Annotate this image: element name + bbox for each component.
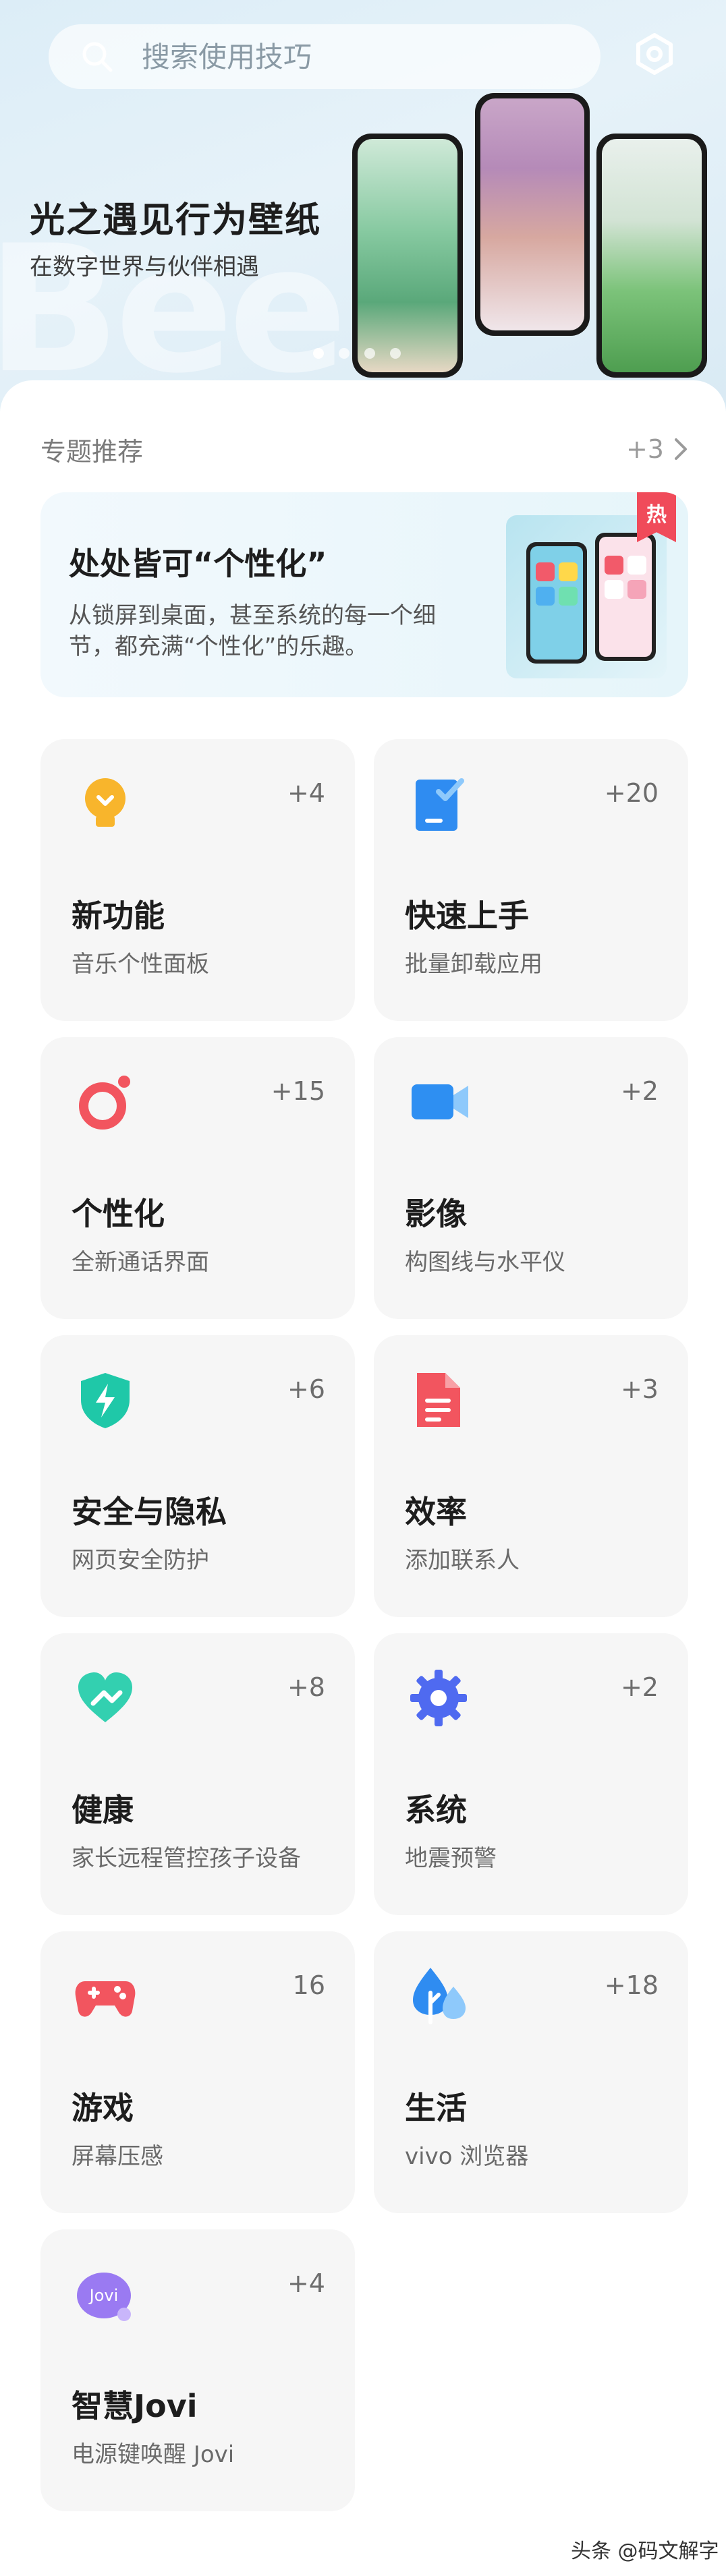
category-card-personalization[interactable]: +15 个性化 全新通话界面 [40, 1037, 355, 1319]
category-subtitle: 地震预警 [405, 1845, 497, 1872]
banner-subtitle: 在数字世界与伙伴相遇 [30, 254, 259, 281]
category-subtitle: 家长远程管控孩子设备 [72, 1845, 301, 1872]
carousel-dot[interactable] [364, 348, 375, 359]
search-icon [82, 42, 113, 72]
document-check-icon [416, 778, 464, 831]
category-card-efficiency[interactable]: +3 效率 添加联系人 [374, 1335, 688, 1617]
category-card-games[interactable]: 16 游戏 屏幕压感 [40, 1931, 355, 2213]
footer-watermark: 头条 @码文解字 [571, 2540, 719, 2563]
phone-preview-center [475, 93, 590, 336]
carousel-dot[interactable] [313, 348, 324, 359]
lightbulb-icon [85, 778, 125, 827]
gear-icon [410, 1670, 467, 1726]
svg-text:Jovi: Jovi [88, 2286, 119, 2305]
category-count: +2 [620, 1672, 659, 1702]
video-camera-icon [412, 1084, 468, 1119]
category-count: +2 [620, 1076, 659, 1106]
category-title: 健康 [72, 1792, 134, 1828]
category-count: 16 [292, 1970, 325, 2000]
carousel-dot[interactable] [339, 348, 350, 359]
category-title: 游戏 [72, 2090, 134, 2126]
search-bar[interactable] [49, 24, 601, 89]
category-count: +6 [287, 1374, 325, 1404]
topics-more-count: +3 [625, 434, 664, 464]
category-count: +15 [271, 1076, 325, 1106]
category-card-imaging[interactable]: +2 影像 构图线与水平仪 [374, 1037, 688, 1319]
category-subtitle: 屏幕压感 [72, 2143, 163, 2170]
category-subtitle: 电源键唤醒 Jovi [72, 2441, 235, 2468]
category-subtitle: 全新通话界面 [72, 1249, 209, 1276]
feature-title: 处处皆可“个性化” [69, 546, 327, 582]
settings-button[interactable] [627, 27, 681, 81]
heart-icon [78, 1672, 132, 1722]
category-card-system[interactable]: +2 系统 地震预警 [374, 1633, 688, 1915]
file-icon [417, 1373, 460, 1427]
gear-icon [636, 33, 673, 75]
category-card-jovi[interactable]: Jovi +4 智慧Jovi 电源键唤醒 Jovi [40, 2229, 355, 2511]
category-count: +3 [620, 1374, 659, 1404]
topic-feature-card[interactable]: 处处皆可“个性化” 从锁屏到桌面，甚至系统的每一个细节，都充满“个性化”的乐趣。… [40, 492, 688, 697]
category-title: 智慧Jovi [72, 2388, 198, 2424]
category-card-life[interactable]: +18 生活 vivo 浏览器 [374, 1931, 688, 2213]
category-count: +8 [287, 1672, 325, 1702]
category-subtitle: 网页安全防护 [72, 1547, 209, 1574]
chevron-right-icon [675, 438, 687, 460]
search-input[interactable] [142, 40, 587, 74]
category-title: 安全与隐私 [72, 1494, 227, 1530]
category-card-quick-start[interactable]: +20 快速上手 批量卸载应用 [374, 739, 688, 1021]
category-count: +4 [287, 778, 325, 808]
feature-description: 从锁屏到桌面，甚至系统的每一个细节，都充满“个性化”的乐趣。 [69, 602, 436, 660]
category-subtitle: 添加联系人 [405, 1547, 520, 1574]
phone-preview-left [352, 134, 463, 378]
shield-bolt-icon [81, 1373, 130, 1428]
category-subtitle: 构图线与水平仪 [405, 1249, 565, 1276]
carousel-dot[interactable] [390, 348, 401, 359]
feature-image [506, 515, 667, 678]
category-title: 新功能 [72, 898, 165, 934]
category-title: 快速上手 [405, 898, 529, 934]
tree-icon [413, 1968, 466, 2024]
category-title: 个性化 [72, 1196, 165, 1232]
category-count: +18 [604, 1970, 659, 2000]
category-count: +20 [604, 778, 659, 808]
phone-preview-right [596, 134, 707, 378]
topics-more-button[interactable]: +3 [626, 434, 688, 464]
category-title: 系统 [405, 1792, 467, 1828]
category-card-health[interactable]: +8 健康 家长远程管控孩子设备 [40, 1633, 355, 1915]
category-title: 影像 [405, 1196, 467, 1232]
category-card-new-features[interactable]: +4 新功能 音乐个性面板 [40, 739, 355, 1021]
category-subtitle: 音乐个性面板 [72, 951, 209, 978]
category-title: 效率 [405, 1494, 467, 1530]
category-subtitle: 批量卸载应用 [405, 951, 542, 978]
category-title: 生活 [405, 2090, 467, 2126]
category-subtitle: vivo 浏览器 [405, 2143, 529, 2170]
carousel-indicator [313, 348, 401, 359]
jovi-icon: Jovi [77, 2273, 131, 2321]
hero-banner[interactable]: Bee 光之遇见行为壁纸 在数字世界与伙伴相遇 [0, 0, 726, 411]
category-card-security-privacy[interactable]: +6 安全与隐私 网页安全防护 [40, 1335, 355, 1617]
gamepad-icon [75, 1981, 136, 2017]
banner-title: 光之遇见行为壁纸 [30, 200, 322, 241]
topics-title: 专题推荐 [40, 436, 144, 467]
category-count: +4 [287, 2268, 325, 2298]
topics-header: 专题推荐 +3 [40, 429, 688, 469]
ring-icon [79, 1076, 130, 1130]
